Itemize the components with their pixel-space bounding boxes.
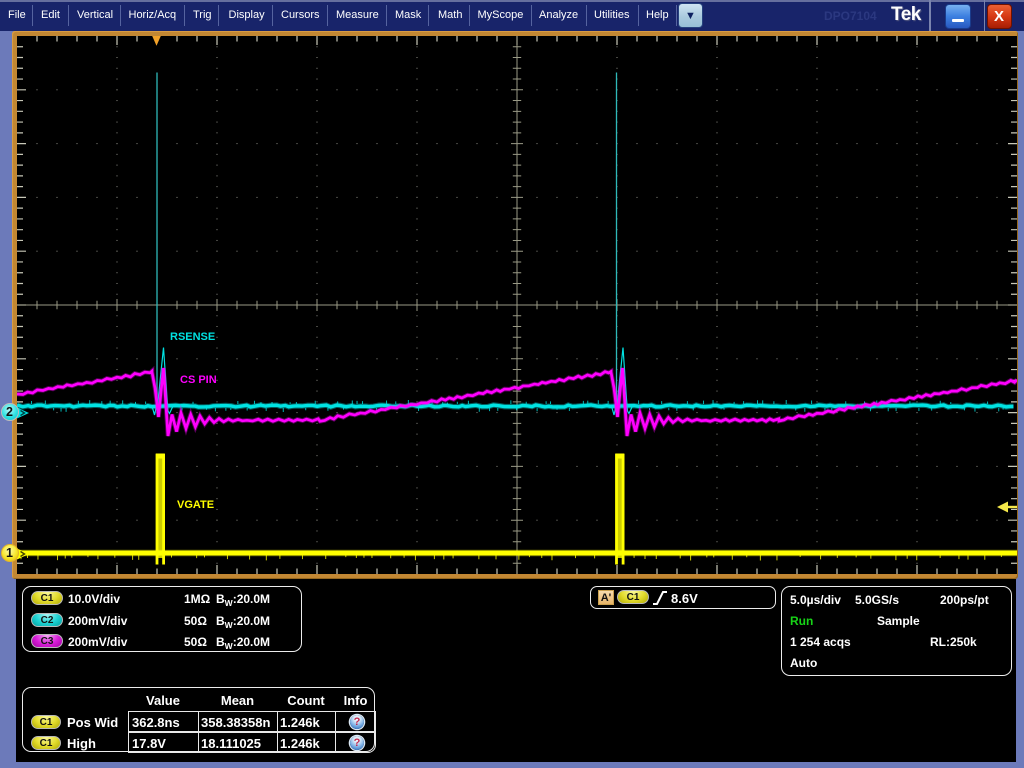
svg-text:VGATE: VGATE [177,499,214,511]
svg-text:CS PIN: CS PIN [180,374,217,386]
svg-text:RSENSE: RSENSE [170,331,215,343]
